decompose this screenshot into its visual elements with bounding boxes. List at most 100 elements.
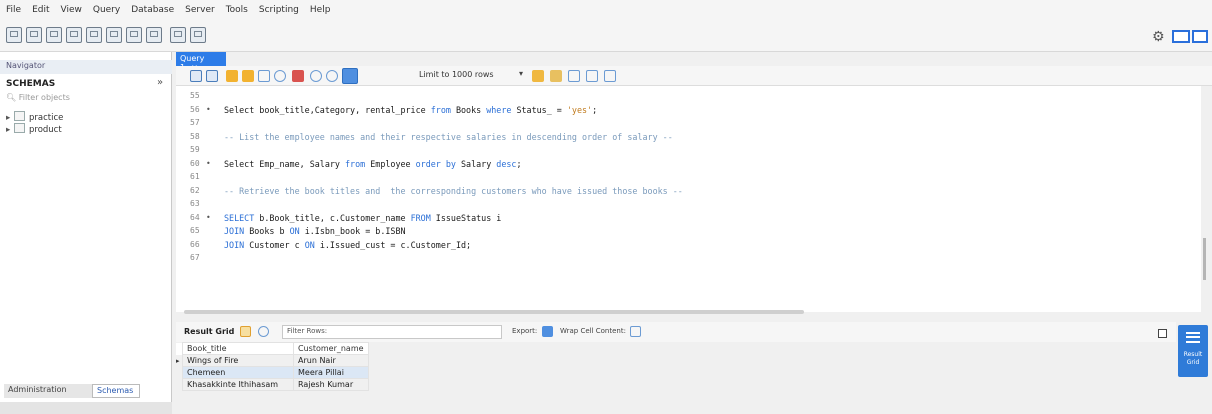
commit-icon[interactable] bbox=[310, 70, 322, 82]
tab-schemas[interactable]: Schemas bbox=[92, 384, 140, 398]
beautify-icon[interactable] bbox=[532, 70, 544, 82]
save-icon[interactable] bbox=[206, 70, 218, 82]
schema-name: product bbox=[29, 125, 62, 135]
filter-objects-input[interactable]: 🔍︎ Filter objects bbox=[6, 93, 166, 106]
menu-item-database[interactable]: Database bbox=[131, 5, 174, 15]
search-icon: 🔍︎ bbox=[6, 93, 17, 102]
code-line[interactable]: JOIN Books b ON i.Isbn_book = b.ISBN bbox=[224, 226, 406, 236]
code-token: Customer c bbox=[244, 239, 305, 250]
code-token: SELECT bbox=[224, 212, 255, 223]
filter-rows-input[interactable]: Filter Rows: bbox=[282, 325, 502, 339]
rollback-icon[interactable] bbox=[326, 70, 338, 82]
execute-icon[interactable] bbox=[226, 70, 238, 82]
open-sql-script-icon[interactable] bbox=[26, 27, 42, 43]
code-token: desc bbox=[496, 158, 517, 169]
code-line[interactable]: JOIN Customer c ON i.Issued_cust = c.Cus… bbox=[224, 240, 471, 250]
result-grid-label[interactable]: Result Grid bbox=[184, 327, 234, 336]
filter-icon[interactable] bbox=[258, 326, 269, 337]
horizontal-scrollbar[interactable] bbox=[184, 310, 804, 314]
line-number: 61 bbox=[190, 172, 200, 181]
open-file-icon[interactable] bbox=[190, 70, 202, 82]
editor-toolbar: Limit to 1000 rows ▾ bbox=[176, 66, 1212, 86]
wrap-cell-icon[interactable] bbox=[630, 326, 641, 337]
code-line[interactable]: -- Retrieve the book titles and the corr… bbox=[224, 186, 683, 196]
code-token: i.Issued_cust = c.Customer_Id; bbox=[314, 239, 472, 250]
table-row[interactable]: Khasakkinte Ithihasam Rajesh Kumar bbox=[176, 378, 369, 391]
result-toolbar: Result Grid Filter Rows: Export: Wrap Ce… bbox=[176, 322, 1176, 342]
table-header-row: Book_title Customer_name bbox=[176, 342, 369, 355]
table-cell[interactable]: Arun Nair bbox=[293, 354, 369, 367]
schemas-heading: SCHEMAS bbox=[6, 79, 56, 89]
code-line[interactable]: Select Emp_name, Salary from Employee or… bbox=[224, 159, 522, 169]
create-schema-icon[interactable] bbox=[66, 27, 82, 43]
menu-item-scripting[interactable]: Scripting bbox=[259, 5, 299, 15]
table-row[interactable]: ▸ Wings of Fire Arun Nair bbox=[176, 354, 369, 367]
stop-icon[interactable] bbox=[274, 70, 286, 82]
search-table-data-icon[interactable] bbox=[170, 27, 186, 43]
line-number: 57 bbox=[190, 118, 200, 127]
export-label: Export: bbox=[512, 327, 538, 335]
export-icon[interactable] bbox=[542, 326, 553, 337]
result-grid-panel-button[interactable]: Result Grid bbox=[1178, 325, 1208, 377]
create-table-icon[interactable] bbox=[86, 27, 102, 43]
menu-item-server[interactable]: Server bbox=[185, 5, 215, 15]
schema-item-practice[interactable]: ▸ practice bbox=[6, 111, 63, 123]
statement-marker-icon: • bbox=[206, 212, 211, 222]
table-cell[interactable]: Chemeen bbox=[182, 366, 294, 379]
code-token: from bbox=[430, 104, 451, 115]
autocommit-icon[interactable] bbox=[342, 68, 358, 84]
code-token: Select book_title,Category, rental_price bbox=[224, 104, 431, 115]
create-view-icon[interactable] bbox=[106, 27, 122, 43]
query-tab[interactable]: Query 1× bbox=[176, 52, 226, 72]
line-number: 63 bbox=[190, 199, 200, 208]
column-header[interactable]: Book_title bbox=[182, 342, 294, 355]
table-row[interactable]: Chemeen Meera Pillai bbox=[176, 366, 369, 379]
grid-icon[interactable] bbox=[240, 326, 251, 337]
collapse-icon[interactable]: » bbox=[157, 77, 163, 88]
table-cell[interactable]: Wings of Fire bbox=[182, 354, 294, 367]
wrap-lines-icon[interactable] bbox=[604, 70, 616, 82]
schema-item-product[interactable]: ▸ product bbox=[6, 123, 62, 135]
table-cell[interactable]: Meera Pillai bbox=[293, 366, 369, 379]
toggle-sidebar-icon[interactable] bbox=[1172, 30, 1190, 43]
create-procedure-icon[interactable] bbox=[126, 27, 142, 43]
stop-on-error-icon[interactable] bbox=[292, 70, 304, 82]
table-cell[interactable]: Khasakkinte Ithihasam bbox=[182, 378, 294, 391]
sql-editor[interactable]: 55 56 • Select book_title,Category, rental_… bbox=[176, 86, 1201, 312]
new-sql-tab-icon[interactable] bbox=[6, 27, 22, 43]
search-icon[interactable] bbox=[568, 70, 580, 82]
line-number: 67 bbox=[190, 253, 200, 262]
menu-item-help[interactable]: Help bbox=[310, 5, 331, 15]
menu-item-query[interactable]: Query bbox=[93, 5, 120, 15]
create-function-icon[interactable] bbox=[146, 27, 162, 43]
navigator-panel: Navigator SCHEMAS » 🔍︎ Filter objects ▸ p… bbox=[0, 52, 172, 414]
menu-item-file[interactable]: File bbox=[6, 5, 21, 15]
code-token: Status_ = bbox=[511, 104, 567, 115]
column-header[interactable]: Customer_name bbox=[293, 342, 369, 355]
code-line[interactable]: Select book_title,Category, rental_price… bbox=[224, 105, 597, 115]
toggle-output-icon[interactable] bbox=[1192, 30, 1208, 43]
code-line[interactable]: SELECT b.Book_title, c.Customer_name FRO… bbox=[224, 213, 501, 223]
execute-statement-icon[interactable] bbox=[242, 70, 254, 82]
result-grid: Book_title Customer_name ▸ Wings of Fire… bbox=[176, 342, 369, 391]
menu-item-view[interactable]: View bbox=[61, 5, 82, 15]
limit-rows-select[interactable]: Limit to 1000 rows bbox=[416, 69, 512, 83]
inspector-icon[interactable] bbox=[46, 27, 62, 43]
toggle-panel-icon[interactable] bbox=[1158, 329, 1167, 338]
chevron-down-icon[interactable]: ▾ bbox=[519, 69, 523, 78]
expand-arrow-icon[interactable]: ▸ bbox=[6, 113, 14, 123]
expand-arrow-icon[interactable]: ▸ bbox=[6, 125, 14, 135]
reconnect-icon[interactable] bbox=[190, 27, 206, 43]
vertical-scrollbar[interactable] bbox=[1203, 238, 1206, 280]
code-token: ON bbox=[304, 239, 315, 250]
invisible-chars-icon[interactable] bbox=[586, 70, 598, 82]
explain-icon[interactable] bbox=[258, 70, 270, 82]
database-icon bbox=[14, 111, 25, 121]
menu-item-tools[interactable]: Tools bbox=[226, 5, 248, 15]
menu-item-edit[interactable]: Edit bbox=[32, 5, 49, 15]
code-line[interactable]: -- List the employee names and their res… bbox=[224, 132, 673, 142]
tab-administration[interactable]: Administration bbox=[4, 384, 92, 398]
table-cell[interactable]: Rajesh Kumar bbox=[293, 378, 369, 391]
gear-icon[interactable]: ⚙ bbox=[1152, 29, 1165, 45]
find-replace-icon[interactable] bbox=[550, 70, 562, 82]
